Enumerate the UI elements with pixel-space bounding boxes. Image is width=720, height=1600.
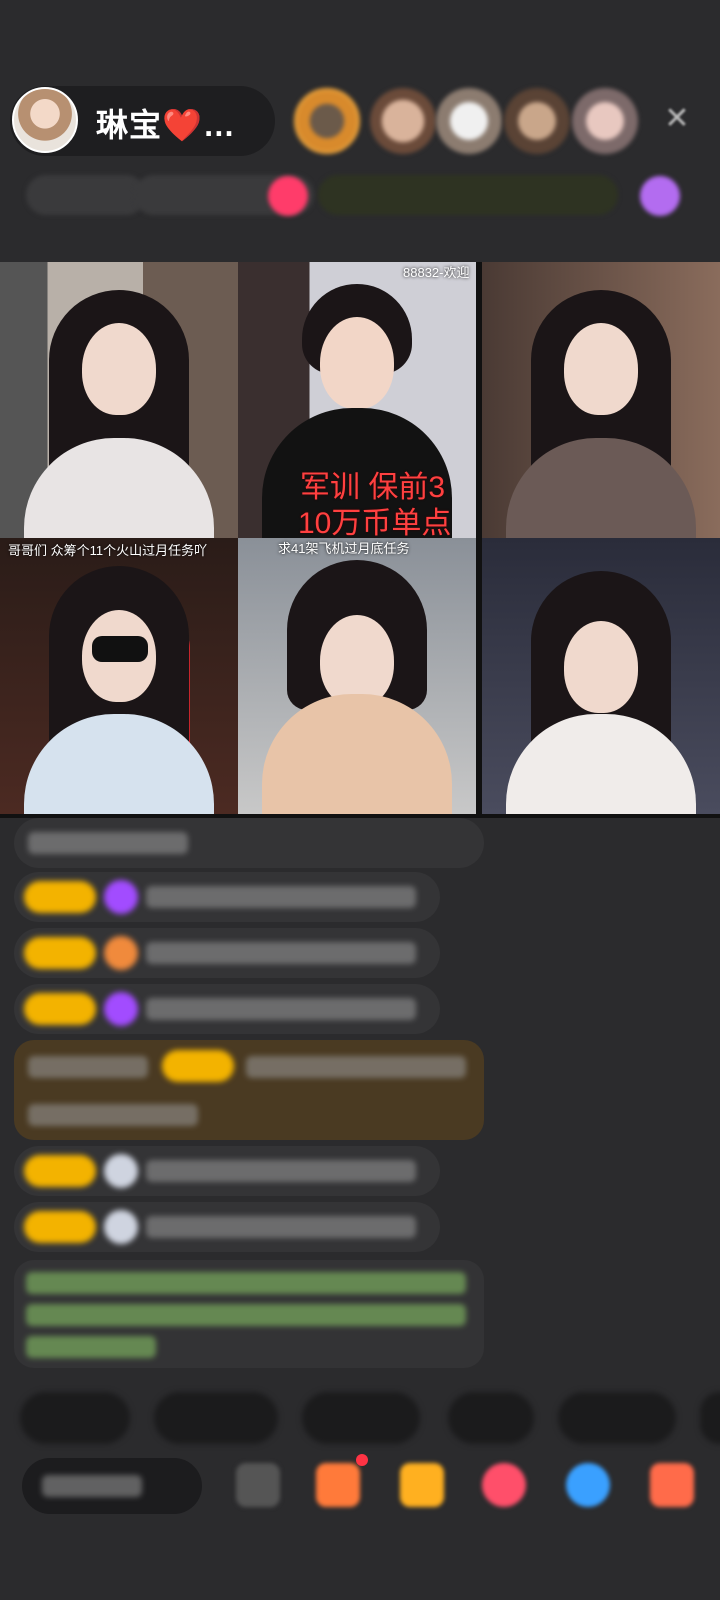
viewer-avatar[interactable] (436, 88, 502, 154)
top-viewer-avatar[interactable] (294, 88, 360, 154)
chat-message (14, 984, 440, 1034)
viewer-avatar[interactable] (572, 88, 638, 154)
quick-reply-chip[interactable] (154, 1392, 278, 1444)
quick-reply-chip[interactable] (302, 1392, 420, 1444)
close-icon[interactable]: ✕ (660, 102, 694, 136)
tile-caption: 哥哥们 众筹个11个火山过月任务吖 (8, 543, 208, 558)
shop-icon[interactable] (316, 1463, 360, 1507)
host-name[interactable]: 琳宝❤️… (96, 100, 236, 146)
fan-heart-icon (104, 936, 138, 970)
chat-message (14, 928, 440, 978)
live-icon[interactable] (268, 176, 308, 216)
level-badge (24, 881, 96, 913)
comment-input[interactable] (22, 1458, 202, 1514)
user-avatar (104, 1210, 138, 1244)
host-avatar[interactable] (12, 87, 78, 153)
notification-dot (356, 1454, 368, 1466)
chat-message (14, 818, 484, 868)
quick-reply-chip[interactable] (558, 1392, 676, 1444)
quick-reply-chip[interactable] (700, 1392, 720, 1444)
quick-reply-chip[interactable] (448, 1392, 534, 1444)
user-avatar (104, 1154, 138, 1188)
guest-video-tile[interactable] (482, 538, 720, 814)
multi-guest-video-grid: 88832-欢迎 军训 保前3 10万币单点 哥哥们 众筹个11个火山过月任务吖… (0, 262, 720, 818)
quick-reply-chip[interactable] (20, 1392, 130, 1444)
level-badge (24, 937, 96, 969)
chat-message (14, 1146, 440, 1196)
guest-video-tile[interactable] (482, 262, 720, 538)
gift-box-icon[interactable] (400, 1463, 444, 1507)
gift-icon[interactable] (482, 1463, 526, 1507)
guest-video-tile[interactable]: 88832-欢迎 军训 保前3 10万币单点 (238, 262, 476, 538)
guest-video-tile[interactable]: 求41架飞机过月底任务 (238, 538, 476, 814)
gift-icon[interactable] (640, 176, 680, 216)
fan-heart-icon (104, 880, 138, 914)
viewer-avatar[interactable] (504, 88, 570, 154)
level-badge (24, 993, 96, 1025)
highlighted-chat-message (14, 1040, 484, 1140)
tile-caption: 88832-欢迎 (403, 265, 470, 280)
tile-overlay-text: 10万币单点 (298, 507, 452, 538)
level-badge (24, 1211, 96, 1243)
more-icon[interactable] (236, 1463, 280, 1507)
guest-video-tile[interactable] (0, 262, 238, 538)
chat-message (14, 1202, 440, 1252)
system-notice (14, 1260, 484, 1368)
chat-message (14, 872, 440, 922)
level-badge (24, 1155, 96, 1187)
rank-chip[interactable] (26, 175, 146, 215)
guest-video-tile[interactable]: 哥哥们 众筹个11个火山过月任务吖 (0, 538, 238, 814)
chat-icon[interactable] (566, 1463, 610, 1507)
task-banner[interactable] (318, 175, 618, 215)
viewer-avatar[interactable] (370, 88, 436, 154)
activity-icon[interactable] (650, 1463, 694, 1507)
tile-caption: 求41架飞机过月底任务 (278, 541, 410, 556)
fan-heart-icon (104, 992, 138, 1026)
